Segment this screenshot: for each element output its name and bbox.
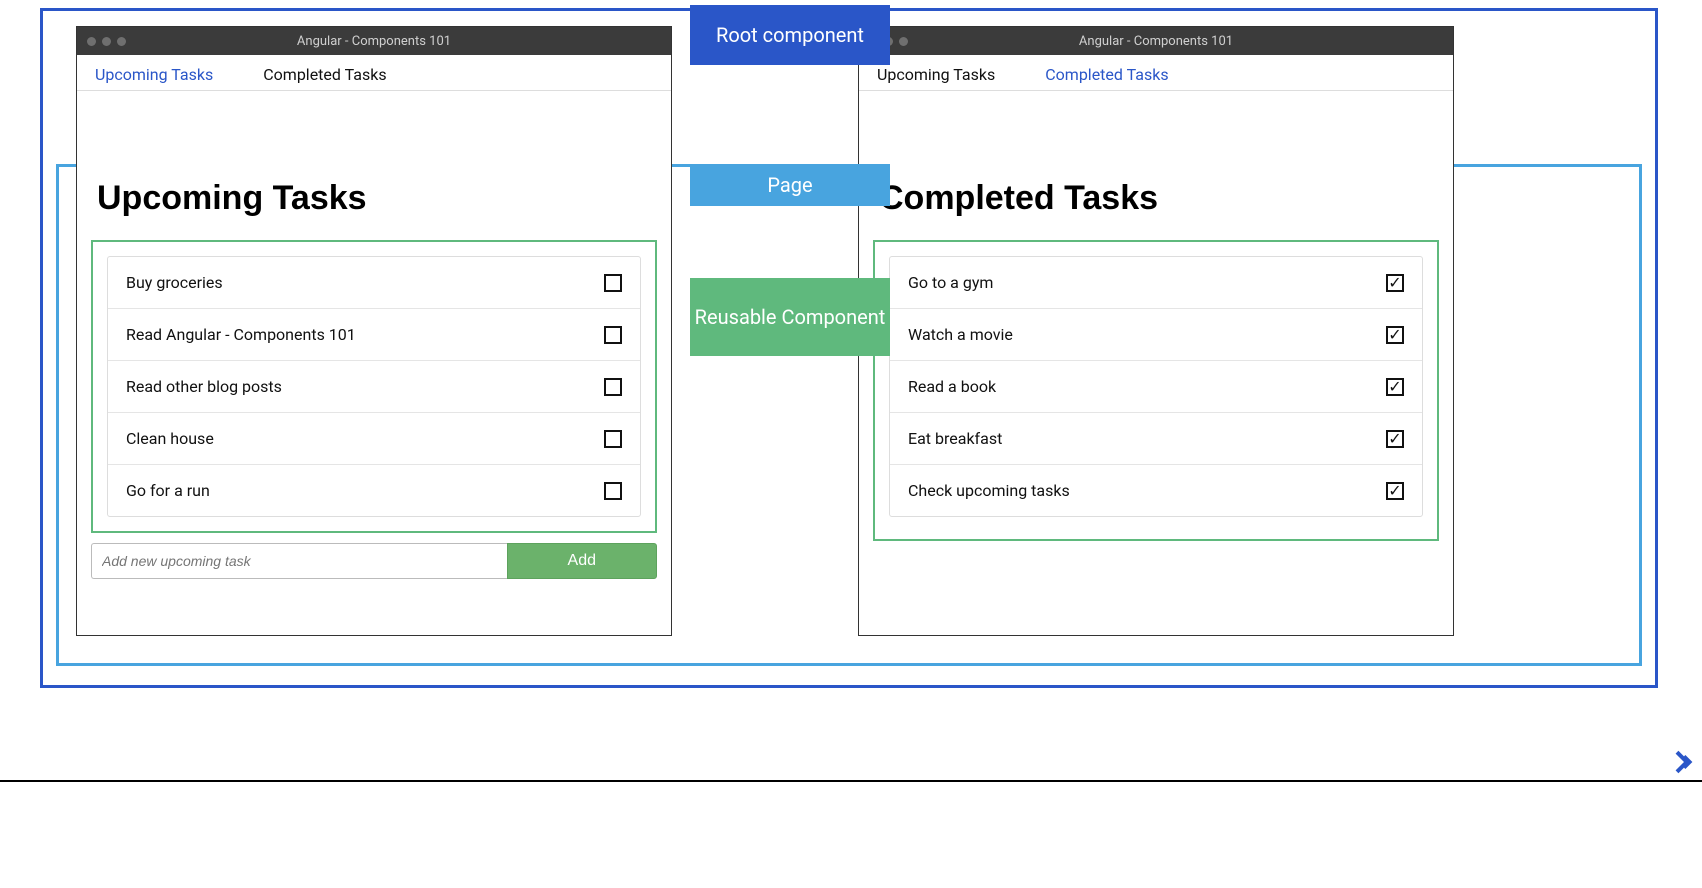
task-row: Clean house [108,413,640,465]
task-checkbox[interactable] [1386,274,1404,292]
reusable-component-label: Reusable Component [690,278,890,356]
hierarchy-labels: Root component Page Reusable Component [690,8,890,688]
page-title: Completed Tasks [859,151,1453,230]
add-task-row: Add [91,543,657,579]
browser-window-completed: Angular - Components 101 Upcoming Tasks … [858,26,1454,636]
logo-icon [1670,748,1698,776]
task-row: Read a book [890,361,1422,413]
spacer [859,91,1453,151]
task-row: Check upcoming tasks [890,465,1422,516]
task-row: Go for a run [108,465,640,516]
add-button[interactable]: Add [507,543,657,579]
task-checkbox[interactable] [604,378,622,396]
task-row: Watch a movie [890,309,1422,361]
tab-upcoming[interactable]: Upcoming Tasks [95,65,213,90]
diagram-canvas: Angular - Components 101 Upcoming Tasks … [40,8,1658,688]
task-checkbox[interactable] [1386,326,1404,344]
task-label: Go for a run [126,481,210,500]
task-row: Read other blog posts [108,361,640,413]
tab-completed[interactable]: Completed Tasks [263,65,386,90]
task-checkbox[interactable] [1386,430,1404,448]
add-task-input[interactable] [91,543,507,579]
task-row: Go to a gym [890,257,1422,309]
task-label: Buy groceries [126,273,223,292]
spacer [77,91,671,151]
task-row: Eat breakfast [890,413,1422,465]
task-checkbox[interactable] [1386,482,1404,500]
task-label: Go to a gym [908,273,993,292]
task-checkbox[interactable] [604,482,622,500]
reusable-component-border: Go to a gym Watch a movie Read a book Eat b… [873,240,1439,541]
task-label: Check upcoming tasks [908,481,1070,500]
reusable-component-border: Buy groceries Read Angular - Components 1… [91,240,657,533]
task-list: Buy groceries Read Angular - Components 1… [107,256,641,517]
task-row: Buy groceries [108,257,640,309]
task-label: Read a book [908,377,996,396]
tab-upcoming[interactable]: Upcoming Tasks [877,65,995,90]
task-checkbox[interactable] [604,430,622,448]
nav-tabs: Upcoming Tasks Completed Tasks [77,55,671,91]
task-label: Eat breakfast [908,429,1002,448]
browser-window-upcoming: Angular - Components 101 Upcoming Tasks … [76,26,672,636]
task-label: Read other blog posts [126,377,282,396]
task-checkbox[interactable] [1386,378,1404,396]
task-row: Read Angular - Components 101 [108,309,640,361]
task-label: Read Angular - Components 101 [126,325,356,344]
footer-rule [0,780,1702,782]
task-list: Go to a gym Watch a movie Read a book Eat b… [889,256,1423,517]
page-label: Page [690,164,890,206]
task-label: Watch a movie [908,325,1013,344]
tab-completed[interactable]: Completed Tasks [1045,65,1168,90]
window-title: Angular - Components 101 [77,34,671,49]
window-titlebar: Angular - Components 101 [859,27,1453,55]
nav-tabs: Upcoming Tasks Completed Tasks [859,55,1453,91]
window-title: Angular - Components 101 [859,34,1453,49]
root-component-label: Root component [690,5,890,65]
task-checkbox[interactable] [604,274,622,292]
task-checkbox[interactable] [604,326,622,344]
window-titlebar: Angular - Components 101 [77,27,671,55]
page-title: Upcoming Tasks [77,151,671,230]
task-label: Clean house [126,429,214,448]
